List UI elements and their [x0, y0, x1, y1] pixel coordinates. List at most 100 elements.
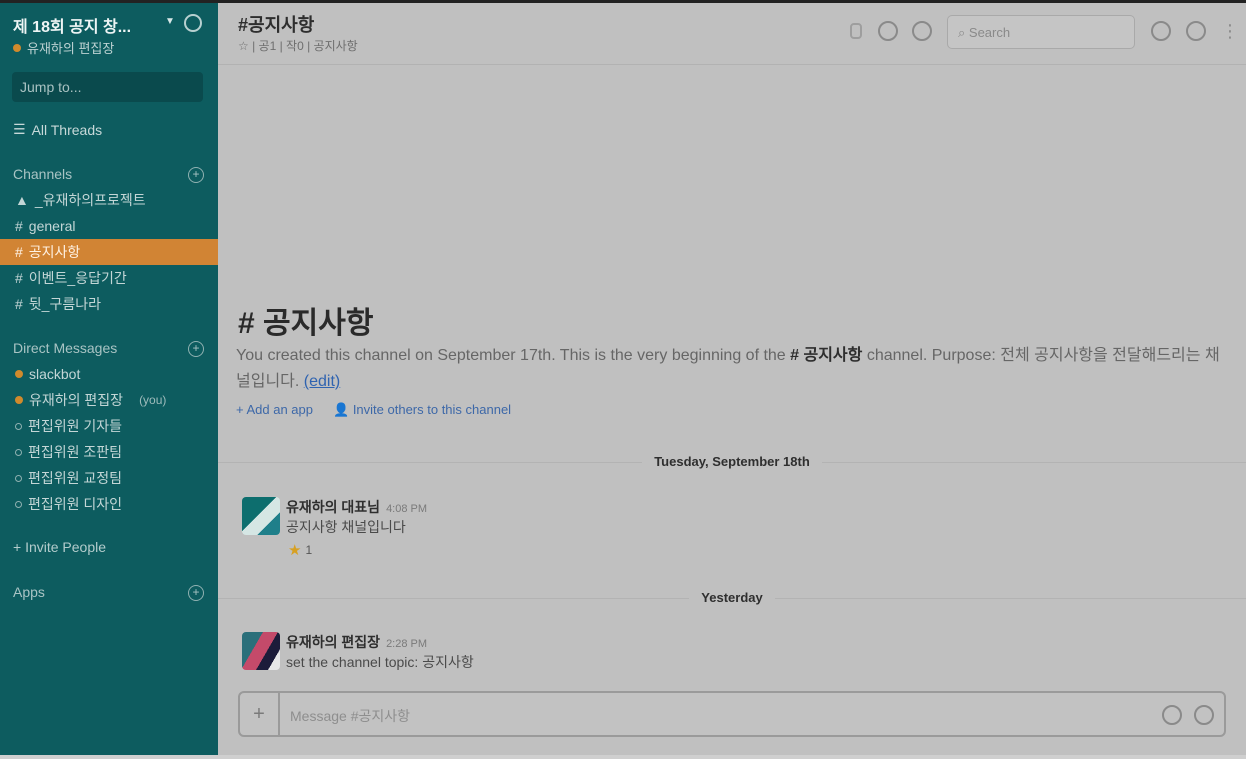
presence-icon [13, 43, 21, 52]
message-composer[interactable]: + Message #공지사항 [238, 691, 1226, 737]
hash-icon: # [15, 218, 23, 234]
hash-icon: # [15, 296, 23, 312]
avatar[interactable] [242, 497, 280, 535]
invite-people-link[interactable]: + Invite People [13, 539, 106, 555]
mentions-icon[interactable] [1151, 21, 1171, 41]
chevron-down-icon[interactable]: ▼ [165, 16, 175, 27]
search-icon: ⌕ [958, 25, 969, 40]
channel-label: general [28, 218, 76, 234]
app-window: 제 18회 공지 창... ▼ 유재하의 편집장 Jump to... ☰ Al… [0, 3, 1246, 755]
jump-to-placeholder: Jump to... [20, 79, 82, 95]
intro-channel-name: # 공지사항 [790, 347, 863, 364]
presence-icon [15, 396, 23, 404]
jump-to-input[interactable]: Jump to... [12, 72, 203, 102]
dm-section-title[interactable]: Direct Messages [13, 340, 117, 356]
channel-label: _유재하의프로젝트 [34, 192, 146, 208]
channel-meta: ☆ | 공1 | 작0 | 공지사항 [238, 39, 358, 53]
sidebar-item-channel-active[interactable]: # 공지사항 [0, 239, 218, 265]
invite-others-link[interactable]: 👤 Invite others to this channel [333, 402, 511, 418]
all-threads-link[interactable]: ☰ All Threads [13, 121, 102, 138]
all-threads-label: All Threads [31, 121, 103, 138]
dm-label: 편집위원 기자들 [28, 418, 123, 434]
channel-label: 뒷_구름나라 [28, 296, 101, 312]
hash-icon: # [15, 270, 23, 286]
sidebar-item-dm[interactable]: 편집위원 교정팀 [0, 465, 218, 491]
sender-name[interactable]: 유재하의 편집장 [286, 634, 380, 650]
attach-plus-button[interactable]: + [240, 693, 280, 735]
invite-others-label: Invite others to this channel [352, 402, 512, 417]
reaction-count: 1 [305, 543, 313, 557]
hash-icon: # [15, 244, 23, 260]
presence-away-icon [15, 448, 22, 456]
phone-icon[interactable] [850, 23, 862, 39]
workspace-name[interactable]: 제 18회 공지 창... [13, 13, 131, 37]
channels-section-title[interactable]: Channels [13, 166, 72, 182]
intro-text-part: You created this channel on September 17… [236, 347, 791, 364]
presence-away-icon [15, 500, 22, 508]
sidebar-item-channel[interactable]: # 이벤트_응답기간 [0, 265, 218, 291]
dm-label: slackbot [29, 366, 81, 382]
window-bottom-strip [0, 755, 1246, 759]
add-dm-icon[interactable]: + [188, 341, 204, 357]
add-channel-icon[interactable]: + [188, 167, 204, 183]
star-icon[interactable] [1186, 21, 1206, 41]
dm-label: 편집위원 조판팀 [28, 444, 123, 460]
sidebar: 제 18회 공지 창... ▼ 유재하의 편집장 Jump to... ☰ Al… [0, 3, 218, 755]
day-divider-label: Yesterday [218, 590, 1246, 605]
you-suffix: (you) [139, 393, 167, 407]
dm-label: 유재하의 편집장 [29, 392, 124, 408]
presence-away-icon [15, 474, 22, 482]
day-divider-label: Tuesday, September 18th [218, 454, 1246, 469]
threads-icon: ☰ [13, 121, 26, 137]
message-body: set the channel topic: 공지사항 [286, 654, 474, 670]
channel-title[interactable]: #공지사항 [238, 11, 314, 37]
add-app-icon[interactable]: + [188, 585, 204, 601]
channel-view: #공지사항 ☆ | 공1 | 작0 | 공지사항 ⌕ Search ⋮ # 공지… [218, 3, 1246, 755]
mention-icon[interactable] [1162, 705, 1182, 725]
message-time[interactable]: 2:28 PM [386, 638, 427, 650]
emoji-icon[interactable] [1194, 705, 1214, 725]
star-reaction-icon: ★ [288, 542, 302, 559]
sidebar-item-dm[interactable]: 편집위원 기자들 [0, 413, 218, 439]
more-menu-icon[interactable]: ⋮ [1221, 21, 1239, 42]
sidebar-item-dm[interactable]: 유재하의 편집장 (you) [0, 387, 218, 413]
sidebar-item-channel[interactable]: ▲ _유재하의프로젝트 [0, 187, 218, 213]
edit-purpose-link[interactable]: (edit) [304, 373, 340, 390]
day-label-text: Tuesday, September 18th [642, 454, 822, 469]
person-icon: 👤 [333, 402, 353, 417]
apps-section-title[interactable]: Apps [13, 584, 45, 600]
day-label-text: Yesterday [689, 590, 775, 605]
channel-header: #공지사항 ☆ | 공1 | 작0 | 공지사항 ⌕ Search ⋮ [218, 3, 1246, 65]
channel-label: 이벤트_응답기간 [28, 270, 127, 286]
sidebar-item-dm[interactable]: 편집위원 조판팀 [0, 439, 218, 465]
search-input[interactable]: ⌕ Search [947, 15, 1135, 49]
current-user-name: 유재하의 편집장 [27, 41, 115, 56]
channel-intro-text: You created this channel on September 17… [236, 343, 1226, 395]
channel-intro-title: # 공지사항 [238, 307, 374, 340]
sidebar-item-channel[interactable]: # 뒷_구름나라 [0, 291, 218, 317]
dm-label: 편집위원 교정팀 [28, 470, 123, 486]
channel-lock-icon: ▲ [15, 192, 29, 208]
sidebar-item-channel[interactable]: # general [0, 213, 218, 239]
message-header: 유재하의 편집장 2:28 PM [286, 632, 427, 652]
presence-icon [15, 370, 23, 378]
current-user: 유재하의 편집장 [13, 38, 114, 57]
settings-icon[interactable] [912, 21, 932, 41]
message-input-placeholder[interactable]: Message #공지사항 [290, 706, 410, 726]
sidebar-item-dm[interactable]: 편집위원 디자인 [0, 491, 218, 517]
message-header: 유재하의 대표님 4:08 PM [286, 497, 427, 517]
presence-away-icon [15, 422, 22, 430]
add-app-link[interactable]: + Add an app [236, 402, 313, 418]
bell-icon[interactable] [184, 14, 202, 32]
reaction[interactable]: ★ 1 [288, 541, 312, 559]
message-body: 공지사항 채널입니다 [286, 519, 406, 535]
sidebar-item-dm[interactable]: slackbot [0, 361, 218, 387]
intro-actions: + Add an app 👤 Invite others to this cha… [236, 402, 511, 418]
channel-label: 공지사항 [28, 244, 81, 260]
info-icon[interactable] [878, 21, 898, 41]
avatar[interactable] [242, 632, 280, 670]
message-time[interactable]: 4:08 PM [386, 503, 427, 515]
sender-name[interactable]: 유재하의 대표님 [286, 499, 380, 515]
search-placeholder: Search [968, 25, 1011, 40]
dm-label: 편집위원 디자인 [28, 496, 123, 512]
